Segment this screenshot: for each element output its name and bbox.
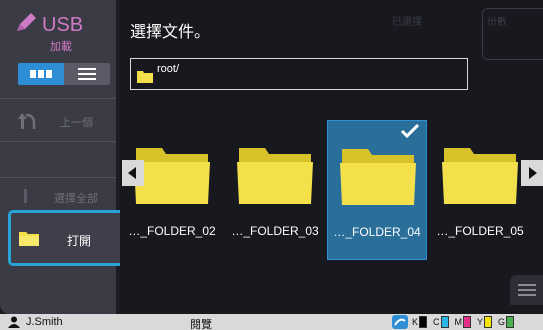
- next-page-button[interactable]: [521, 160, 543, 186]
- folder-icon: [19, 232, 39, 246]
- grid-view-button[interactable]: [18, 63, 64, 85]
- arrow-left-icon: [128, 167, 136, 179]
- folder-item[interactable]: …_FOLDER_05: [430, 120, 530, 260]
- folder-icon: [442, 148, 518, 204]
- toner-y: Y: [477, 316, 493, 328]
- selected-count-label: 已選擇: [392, 17, 422, 28]
- folder-name: …_FOLDER_03: [231, 224, 319, 238]
- usb-subtitle: 加載: [50, 41, 72, 53]
- folder-icon: [237, 148, 313, 204]
- mode-label: 閱覽: [190, 319, 212, 330]
- grid-icon: [30, 70, 52, 78]
- copies-label: 份數: [487, 17, 507, 28]
- sidebar: USB 加載 上一個 選擇全部: [0, 0, 116, 314]
- toner-m-letter: M: [454, 317, 463, 327]
- toner-g-letter: G: [498, 317, 506, 327]
- toner-m: M: [455, 316, 472, 328]
- toner-k: K: [412, 316, 428, 328]
- toner-y-letter: Y: [477, 317, 484, 327]
- toner-m-bar: [463, 316, 472, 328]
- folder-item[interactable]: …_FOLDER_02: [122, 120, 222, 260]
- open-button[interactable]: 打開: [8, 210, 125, 266]
- select-all-indicator: [24, 189, 27, 203]
- toner-k-bar: [419, 316, 428, 328]
- toner-c: C: [433, 316, 449, 328]
- usb-title: USB: [42, 14, 84, 36]
- folder-icon: [134, 148, 210, 204]
- copies-box[interactable]: 份數: [482, 8, 543, 60]
- usb-header: USB 加載: [10, 8, 110, 53]
- path-field: root/: [130, 58, 468, 90]
- user-name: J.Smith: [26, 316, 63, 328]
- page-title: 選擇文件。: [130, 24, 211, 41]
- path-text: root/: [157, 63, 180, 75]
- up-arrow-icon: [18, 113, 36, 129]
- select-all-label: 選擇全部: [54, 193, 98, 205]
- menu-button[interactable]: [510, 275, 543, 305]
- list-view-button[interactable]: [64, 63, 110, 85]
- open-label: 打開: [67, 234, 92, 248]
- folder-name: …_FOLDER_02: [128, 224, 216, 238]
- menu-icon: [517, 284, 536, 296]
- select-all-button[interactable]: 選擇全部: [0, 182, 116, 210]
- prev-page-button[interactable]: [122, 160, 144, 186]
- toner-c-bar: [440, 316, 449, 328]
- back-label: 上一個: [60, 117, 93, 129]
- toner-k-letter: K: [412, 317, 419, 327]
- back-button[interactable]: 上一個: [0, 98, 116, 142]
- toner-icon: [392, 315, 408, 329]
- toner-g-bar: [506, 316, 515, 328]
- folder-icon: [340, 149, 416, 205]
- list-icon: [78, 68, 96, 80]
- folder-name: …_FOLDER_04: [333, 225, 421, 239]
- user-icon: [8, 316, 20, 328]
- sidebar-spacer: [0, 142, 116, 178]
- check-icon: [400, 123, 420, 139]
- folder-item-selected[interactable]: …_FOLDER_04: [327, 120, 427, 260]
- toner-g: G: [498, 316, 515, 328]
- toner-y-bar: [484, 316, 493, 328]
- view-toggle: [18, 63, 110, 85]
- arrow-right-icon: [529, 167, 537, 179]
- usb-pen-icon: [17, 13, 36, 31]
- toner-c-letter: C: [433, 317, 440, 327]
- folder-name: …_FOLDER_05: [436, 224, 524, 238]
- toner-status: K C M Y G: [392, 315, 520, 329]
- folder-icon: [137, 71, 153, 83]
- status-bar: J.Smith 閱覽 K C M Y G: [0, 314, 543, 330]
- folder-item[interactable]: …_FOLDER_03: [225, 120, 325, 260]
